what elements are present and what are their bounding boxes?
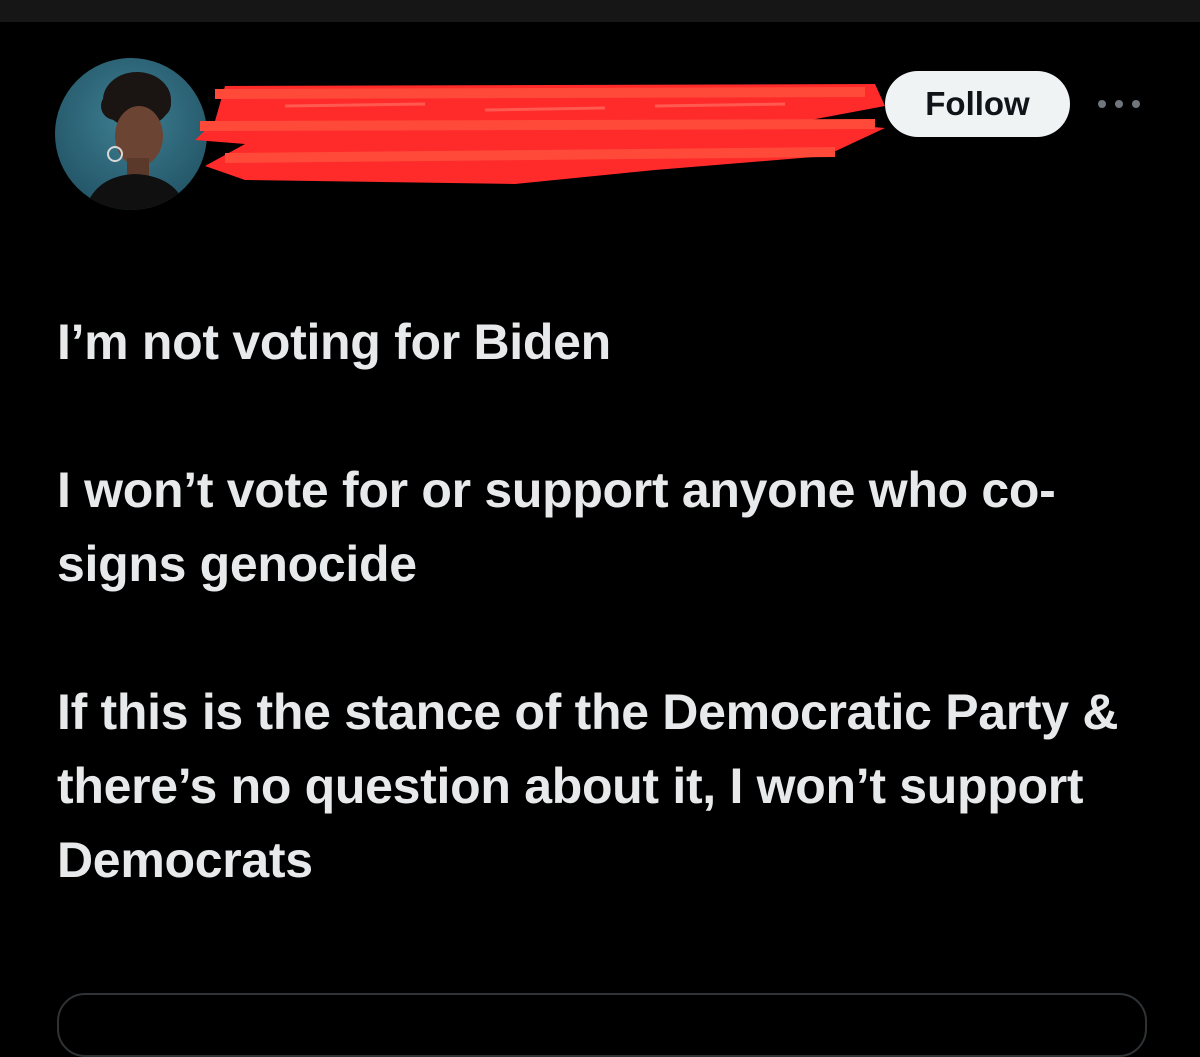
tweet-text: I’m not voting for Biden I won’t vote fo…: [57, 305, 1167, 897]
embedded-card[interactable]: [57, 993, 1147, 1057]
more-dot: [1098, 100, 1106, 108]
redaction-scribble: [195, 84, 885, 184]
follow-button[interactable]: Follow: [885, 71, 1070, 137]
tweet-paragraph: I won’t vote for or support anyone who c…: [57, 462, 1056, 592]
tweet-paragraph: If this is the stance of the Democratic …: [57, 684, 1119, 888]
more-horizontal-icon[interactable]: [1098, 92, 1140, 116]
more-dot: [1115, 100, 1123, 108]
more-dot: [1132, 100, 1140, 108]
top-bar: [0, 0, 1200, 22]
tweet-paragraph: I’m not voting for Biden: [57, 314, 611, 370]
